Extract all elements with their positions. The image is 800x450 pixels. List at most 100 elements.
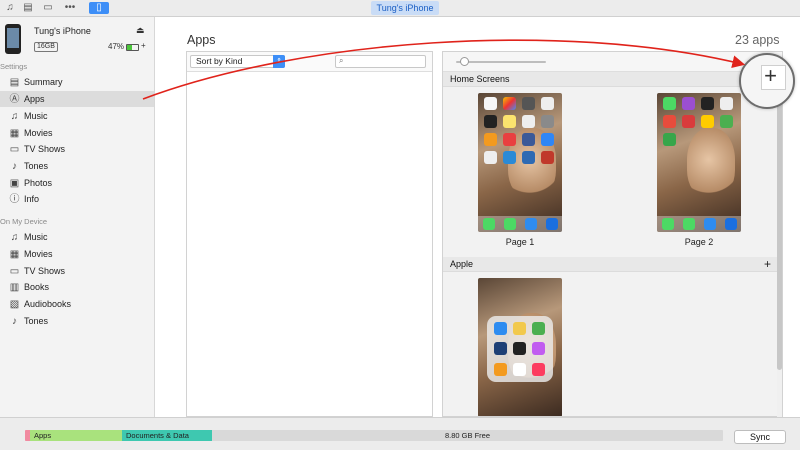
battery-icon [126, 44, 139, 51]
app-icon[interactable] [720, 115, 733, 128]
iphone-icon[interactable]: ▯ [89, 2, 109, 14]
stocks-app-icon[interactable] [513, 342, 526, 356]
music-app-icon[interactable] [532, 362, 545, 376]
evernote-app-icon[interactable] [484, 151, 497, 164]
sidebar-item-apps[interactable]: Ⓐ Apps [0, 91, 154, 107]
sidebar-item-label: Books [24, 282, 50, 292]
iphone-thumbnail-icon [5, 24, 21, 54]
pinterest-app-icon[interactable] [503, 133, 516, 146]
app-icon[interactable] [541, 151, 554, 164]
sidebar-item-photos[interactable]: ▣ Photos [0, 175, 154, 191]
outlook-app-icon[interactable] [545, 218, 558, 230]
app-icon[interactable] [701, 115, 714, 128]
opera-app-icon[interactable] [663, 115, 676, 128]
sidebar-item-device-books[interactable]: ▥ Books [0, 279, 154, 295]
home-screens-header: Home Screens [443, 72, 782, 87]
reminders-app-icon[interactable] [522, 115, 535, 128]
watch-app-icon[interactable] [701, 97, 714, 110]
app-icon[interactable] [522, 151, 535, 164]
app-icon[interactable] [682, 115, 695, 128]
scroll-thumb[interactable] [777, 70, 782, 370]
sidebar-item-label: Movies [24, 249, 53, 259]
phone-app-icon[interactable] [482, 218, 495, 230]
sidebar-item-movies[interactable]: ▦ Movies [0, 125, 154, 141]
clips-app-icon[interactable] [494, 342, 507, 356]
more-icon[interactable]: ••• [64, 2, 76, 14]
itunes-store-app-icon[interactable] [532, 342, 545, 356]
health-app-icon[interactable] [513, 362, 526, 376]
sidebar-item-label: TV Shows [24, 144, 66, 154]
messages-app-icon[interactable] [503, 218, 516, 230]
music-note-icon[interactable]: ♫ [4, 2, 16, 14]
sidebar: Tung's iPhone ⏏ 16GB 47% + Settings ▤ Su… [0, 17, 155, 417]
messenger-app-icon[interactable] [541, 133, 554, 146]
eject-icon[interactable]: ⏏ [136, 25, 145, 36]
tones-icon: ♪ [12, 315, 17, 327]
app-icon-grid [484, 97, 558, 164]
apps-icon: Ⓐ [9, 93, 20, 105]
trello-app-icon[interactable] [503, 151, 516, 164]
film-icon[interactable]: ▤ [22, 2, 34, 14]
page-title: Apps [187, 33, 216, 47]
maps-app-icon[interactable] [532, 322, 545, 335]
search-icon: ⌕ [339, 56, 344, 65]
device-name-pill[interactable]: Tung's iPhone [371, 1, 439, 15]
sidebar-item-device-audiobooks[interactable]: ▧ Audiobooks [0, 296, 154, 312]
facebook-app-icon[interactable] [522, 133, 535, 146]
zoom-slider-knob[interactable] [460, 57, 469, 66]
apple-folder-screen[interactable] [478, 278, 562, 416]
notes-app-icon[interactable] [503, 115, 516, 128]
sort-select[interactable]: Sort by Kind ⇕ [190, 55, 285, 68]
home-screen-page-1[interactable] [478, 93, 562, 232]
page-2-label: Page 2 [684, 237, 714, 247]
tv-icon[interactable]: ▭ [42, 2, 54, 14]
sidebar-item-music[interactable]: ♫ Music [0, 108, 154, 124]
camera-app-icon[interactable] [522, 97, 535, 110]
sidebar-item-label: TV Shows [24, 266, 66, 276]
sidebar-item-tv-shows[interactable]: ▭ TV Shows [0, 141, 154, 157]
app-icon[interactable] [663, 133, 676, 146]
on-my-device-section-label: On My Device [0, 217, 48, 226]
settings-app-icon[interactable] [541, 115, 554, 128]
top-toolbar: ♫ ▤ ▭ ••• ▯ Tung's iPhone [0, 0, 800, 17]
sidebar-item-info[interactable]: ⓘ Info [0, 191, 154, 207]
wallet-app-icon[interactable] [513, 322, 526, 335]
home-screen-page-2[interactable] [657, 93, 741, 232]
charging-icon: + [141, 41, 146, 50]
health-app-icon[interactable] [720, 97, 733, 110]
weather-app-icon[interactable] [541, 97, 554, 110]
zoom-slider-track[interactable] [456, 61, 546, 63]
sidebar-item-tones[interactable]: ♪ Tones [0, 158, 154, 174]
ibooks-app-icon[interactable] [494, 362, 507, 376]
podcasts-app-icon[interactable] [682, 97, 695, 110]
sidebar-item-summary[interactable]: ▤ Summary [0, 74, 154, 90]
safari-app-icon[interactable] [703, 218, 716, 230]
dock [478, 216, 562, 232]
zoom-slider-row [443, 52, 782, 72]
safari-app-icon[interactable] [524, 218, 537, 230]
search-input[interactable] [335, 55, 426, 68]
photos-app-icon[interactable] [503, 97, 516, 110]
phone-app-icon[interactable] [661, 218, 674, 230]
sidebar-item-device-movies[interactable]: ▦ Movies [0, 246, 154, 262]
facetime-app-icon[interactable] [663, 97, 676, 110]
add-home-screen-button-magnified[interactable]: + [739, 53, 795, 109]
sidebar-item-device-tones[interactable]: ♪ Tones [0, 313, 154, 329]
vertical-scrollbar[interactable] [777, 68, 782, 417]
info-icon: ⓘ [9, 193, 20, 205]
sidebar-item-device-tv-shows[interactable]: ▭ TV Shows [0, 263, 154, 279]
battery-level [127, 45, 133, 50]
files-app-icon[interactable] [494, 322, 507, 335]
clock-app-icon[interactable] [484, 115, 497, 128]
dock [657, 216, 741, 232]
outlook-app-icon[interactable] [724, 218, 737, 230]
apple-folder[interactable] [487, 316, 553, 382]
messages-app-icon[interactable] [682, 218, 695, 230]
calendar-app-icon[interactable] [484, 97, 497, 110]
add-page-button[interactable]: + [764, 257, 771, 271]
chevron-up-down-icon: ⇕ [273, 55, 285, 68]
calculator-app-icon[interactable] [484, 133, 497, 146]
sidebar-item-device-music[interactable]: ♫ Music [0, 229, 154, 245]
sync-button[interactable]: Sync [734, 430, 786, 444]
music-icon: ♫ [10, 231, 19, 243]
